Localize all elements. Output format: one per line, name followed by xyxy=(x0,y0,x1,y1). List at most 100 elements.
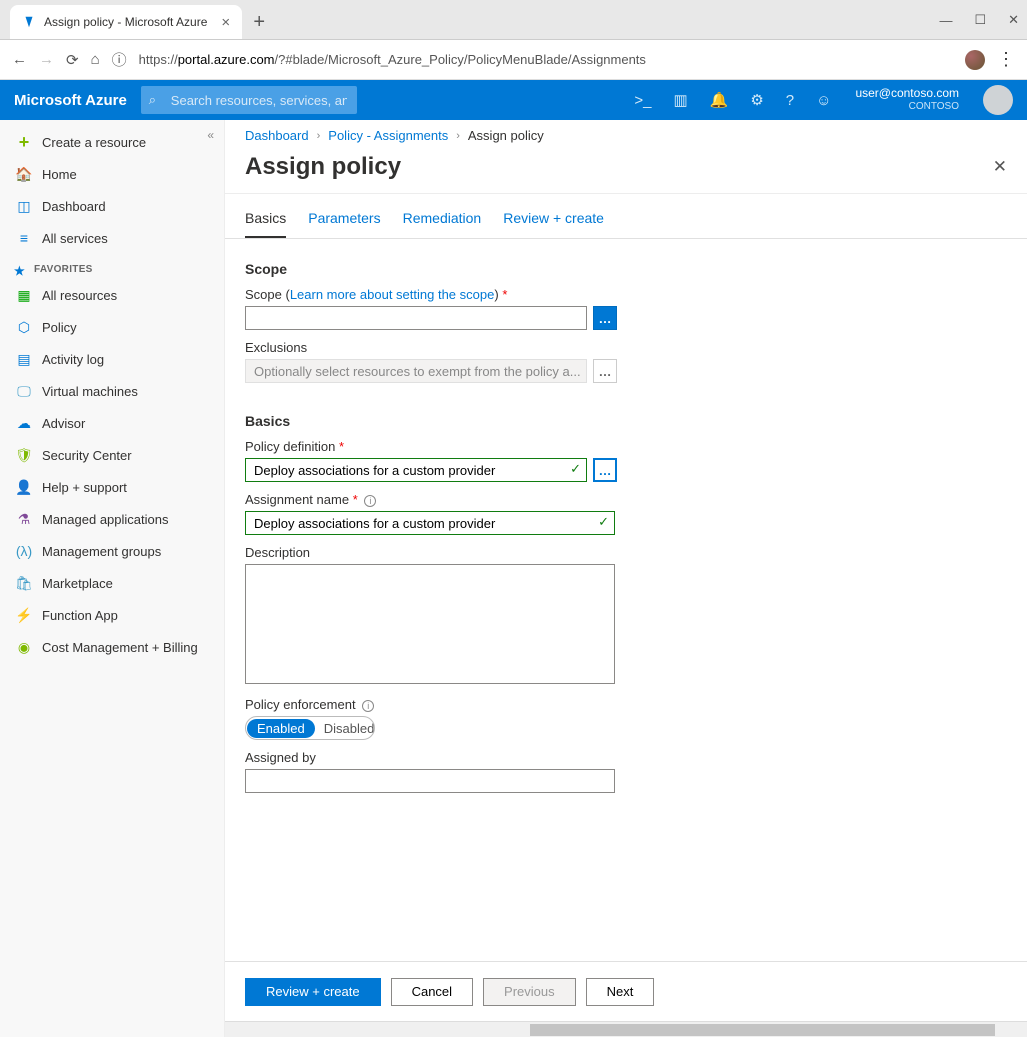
sidebar-item-label: Policy xyxy=(42,320,77,335)
window-minimize-icon[interactable]: — xyxy=(939,13,952,28)
next-button[interactable]: Next xyxy=(586,978,655,1006)
browser-home-icon[interactable]: ⌂ xyxy=(91,51,100,68)
user-account[interactable]: user@contoso.com CONTOSO xyxy=(855,86,959,114)
window-close-icon[interactable]: ✕ xyxy=(1008,12,1019,28)
new-tab-button[interactable]: + xyxy=(242,5,276,39)
sec-icon: 🛡 xyxy=(16,447,32,464)
tab-close-icon[interactable]: × xyxy=(221,14,230,31)
grid-icon: ▦ xyxy=(16,287,32,304)
policy-definition-label: Policy definition * xyxy=(245,439,1007,454)
advisor-icon: ☁ xyxy=(16,415,32,432)
review-create-button[interactable]: Review + create xyxy=(245,978,381,1006)
sidebar-item-help-support[interactable]: 👤Help + support xyxy=(0,471,224,503)
blade-close-icon[interactable]: ✕ xyxy=(993,157,1007,177)
exclusions-input[interactable]: Optionally select resources to exempt fr… xyxy=(245,359,587,383)
profile-avatar-icon[interactable] xyxy=(965,50,985,70)
settings-gear-icon[interactable]: ⚙ xyxy=(750,91,763,109)
directory-filter-icon[interactable]: ▥ xyxy=(673,91,687,109)
sidebar-item-all-resources[interactable]: ▦ All resources xyxy=(0,279,224,311)
breadcrumb-policy[interactable]: Policy - Assignments xyxy=(328,128,448,143)
address-bar: ← → ⟳ ⌂ ⓘ https://portal.azure.com/?#bla… xyxy=(0,40,1027,80)
scope-label: Scope (Learn more about setting the scop… xyxy=(245,287,1007,302)
enforcement-label: Policy enforcement i xyxy=(245,697,1007,712)
sidebar-item-label: Help + support xyxy=(42,480,127,495)
sidebar-item-virtual-machines[interactable]: 🖵 Virtual machines xyxy=(0,375,224,407)
cancel-button[interactable]: Cancel xyxy=(391,978,473,1006)
tab-review[interactable]: Review + create xyxy=(503,210,604,238)
sidebar-item-activity-log[interactable]: ▤Activity log xyxy=(0,343,224,375)
chevron-right-icon: › xyxy=(456,130,460,142)
cloud-shell-icon[interactable]: >_ xyxy=(634,92,651,109)
info-icon[interactable]: i xyxy=(364,495,376,507)
sidebar-item-policy[interactable]: ⬡Policy xyxy=(0,311,224,343)
sidebar-item-label: All resources xyxy=(42,288,117,303)
tab-remediation[interactable]: Remediation xyxy=(403,210,482,238)
window-maximize-icon[interactable]: ☐ xyxy=(974,12,986,28)
section-scope: Scope xyxy=(245,261,1007,277)
nav-all-services[interactable]: ≡ All services xyxy=(0,222,224,254)
home-icon: 🏠 xyxy=(16,166,32,183)
sidebar-item-label: Advisor xyxy=(42,416,85,431)
sidebar-item-security-center[interactable]: 🛡 Security Center xyxy=(0,439,224,471)
dashboard-icon: ◫ xyxy=(16,198,32,215)
azure-favicon-icon xyxy=(22,15,36,29)
url-display[interactable]: https://portal.azure.com/?#blade/Microso… xyxy=(139,52,953,67)
sidebar-item-marketplace[interactable]: 🛍Marketplace xyxy=(0,567,224,599)
exclusions-picker-button[interactable]: … xyxy=(593,359,617,383)
sidebar-item-management-groups[interactable]: (λ)Management groups xyxy=(0,535,224,567)
browser-back-icon[interactable]: ← xyxy=(12,51,27,68)
browser-menu-icon[interactable]: ⋮ xyxy=(997,49,1015,70)
scrollbar-thumb[interactable] xyxy=(530,1024,995,1036)
site-info-icon[interactable]: ⓘ xyxy=(112,49,127,70)
info-icon[interactable]: i xyxy=(362,700,374,712)
horizontal-scrollbar[interactable] xyxy=(225,1021,1027,1037)
assigned-by-label: Assigned by xyxy=(245,750,1007,765)
help-icon[interactable]: ? xyxy=(786,92,794,109)
feedback-icon[interactable]: ☺ xyxy=(816,92,831,109)
nav-home[interactable]: 🏠 Home xyxy=(0,158,224,190)
page-title: Assign policy xyxy=(245,153,401,181)
tab-parameters[interactable]: Parameters xyxy=(308,210,380,238)
search-icon: ⌕ xyxy=(149,92,156,108)
previous-button: Previous xyxy=(483,978,576,1006)
nav-dashboard[interactable]: ◫ Dashboard xyxy=(0,190,224,222)
policy-definition-input[interactable] xyxy=(245,458,587,482)
azure-brand[interactable]: Microsoft Azure xyxy=(14,92,127,109)
star-icon: ★ xyxy=(14,264,25,278)
mgmt-icon: (λ) xyxy=(16,543,32,559)
sidebar-item-label: Marketplace xyxy=(42,576,113,591)
user-avatar-icon[interactable] xyxy=(983,85,1013,115)
sidebar-item-advisor[interactable]: ☁ Advisor xyxy=(0,407,224,439)
breadcrumb-dashboard[interactable]: Dashboard xyxy=(245,128,309,143)
sidebar-item-label: Security Center xyxy=(42,448,132,463)
browser-tab[interactable]: Assign policy - Microsoft Azure × xyxy=(10,5,242,39)
content-area: Dashboard › Policy - Assignments › Assig… xyxy=(225,120,1027,1037)
sidebar-item-function-app[interactable]: ⚡Function App xyxy=(0,599,224,631)
azure-header: Microsoft Azure ⌕ >_ ▥ 🔔 ⚙ ? ☺ user@cont… xyxy=(0,80,1027,120)
sidebar-item-cost-management-billing[interactable]: ◉Cost Management + Billing xyxy=(0,631,224,663)
scope-picker-button[interactable]: … xyxy=(593,306,617,330)
sidenav-collapse-icon[interactable]: « xyxy=(207,128,214,142)
exclusions-label: Exclusions xyxy=(245,340,1007,355)
policy-definition-picker-button[interactable]: … xyxy=(593,458,617,482)
toggle-disabled: Disabled xyxy=(316,719,375,738)
assigned-by-input[interactable] xyxy=(245,769,615,793)
notifications-icon[interactable]: 🔔 xyxy=(710,91,729,109)
plus-icon: + xyxy=(16,132,32,153)
sidebar-item-label: Cost Management + Billing xyxy=(42,640,198,655)
scope-learn-more-link[interactable]: Learn more about setting the scope xyxy=(290,287,495,302)
scope-input[interactable] xyxy=(245,306,587,330)
nav-create-resource[interactable]: + Create a resource xyxy=(0,126,224,158)
global-search-input[interactable] xyxy=(141,86,357,114)
assignment-name-input[interactable] xyxy=(245,511,615,535)
sidebar-item-managed-applications[interactable]: ⚗Managed applications xyxy=(0,503,224,535)
description-textarea[interactable] xyxy=(245,564,615,684)
sidebar-item-label: Virtual machines xyxy=(42,384,138,399)
enforcement-toggle[interactable]: Enabled Disabled xyxy=(245,716,375,740)
vm-icon: 🖵 xyxy=(16,383,32,400)
browser-refresh-icon[interactable]: ⟳ xyxy=(66,51,79,69)
tab-basics[interactable]: Basics xyxy=(245,210,286,238)
sidebar-item-label: Activity log xyxy=(42,352,104,367)
toggle-enabled: Enabled xyxy=(247,719,315,738)
tab-title: Assign policy - Microsoft Azure xyxy=(44,15,207,29)
